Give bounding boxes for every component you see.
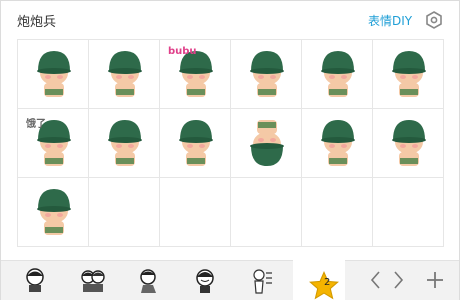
pack-tab-2[interactable] <box>75 262 111 298</box>
soldier-pout-icon <box>321 120 355 166</box>
sticker-12[interactable] <box>373 109 444 178</box>
soldier-shy-icon <box>108 120 142 166</box>
sticker-1[interactable] <box>18 40 89 109</box>
sticker-11[interactable] <box>302 109 373 178</box>
pack-5-icon <box>253 269 272 294</box>
chevron-right-icon[interactable] <box>391 269 405 291</box>
sticker-2[interactable] <box>89 40 160 109</box>
pack-1-icon <box>26 268 44 292</box>
sticker-4[interactable] <box>231 40 302 109</box>
settings-icon[interactable] <box>425 11 443 29</box>
pack-tab-4[interactable] <box>187 262 223 298</box>
pack-2-icon <box>81 270 105 292</box>
empty-slot <box>302 178 373 247</box>
chevron-left-icon[interactable] <box>369 269 383 291</box>
pack-tab-3[interactable] <box>131 262 167 298</box>
sticker-3[interactable]: bubu <box>160 40 231 109</box>
pack-tab-1[interactable] <box>17 262 53 298</box>
sticker-10[interactable] <box>231 109 302 178</box>
soldier-angry-icon <box>392 120 426 166</box>
sticker-5[interactable] <box>302 40 373 109</box>
sticker-6[interactable] <box>373 40 444 109</box>
add-icon[interactable] <box>424 269 446 291</box>
soldier-blush-icon <box>250 51 284 97</box>
sticker-caption: bubu <box>168 46 197 57</box>
favorites-count: 2 <box>324 277 331 288</box>
soldier-treasure-icon <box>321 51 355 97</box>
pack-3-icon <box>140 269 156 293</box>
empty-slot <box>160 178 231 247</box>
sticker-8[interactable] <box>89 109 160 178</box>
empty-slot <box>231 178 302 247</box>
sticker-pack-bar: 2 <box>1 260 459 300</box>
soldier-surprised-icon <box>37 51 71 97</box>
favorites-tab[interactable]: 2 <box>293 260 345 300</box>
sticker-panel: 炮炮兵 表情DIY bubu 饿了 2 <box>0 0 460 300</box>
sticker-7[interactable]: 饿了 <box>18 109 89 178</box>
soldier-upside-down-icon <box>250 120 284 166</box>
panel-title: 炮炮兵 <box>17 15 57 30</box>
soldier-lying-icon <box>108 51 142 97</box>
sticker-caption: 饿了 <box>26 119 46 130</box>
empty-slot <box>89 178 160 247</box>
pack-tab-5[interactable] <box>243 262 279 298</box>
soldier-kiss-icon <box>392 51 426 97</box>
sticker-grid: bubu 饿了 <box>17 39 444 247</box>
empty-slot <box>373 178 444 247</box>
soldier-dotted-icon <box>179 120 213 166</box>
soldier-standing-icon <box>37 189 71 235</box>
pack-4-icon <box>196 269 214 293</box>
panel-header: 炮炮兵 表情DIY <box>1 1 459 39</box>
sticker-9[interactable] <box>160 109 231 178</box>
emoji-diy-link[interactable]: 表情DIY <box>368 12 412 29</box>
sticker-13[interactable] <box>18 178 89 247</box>
